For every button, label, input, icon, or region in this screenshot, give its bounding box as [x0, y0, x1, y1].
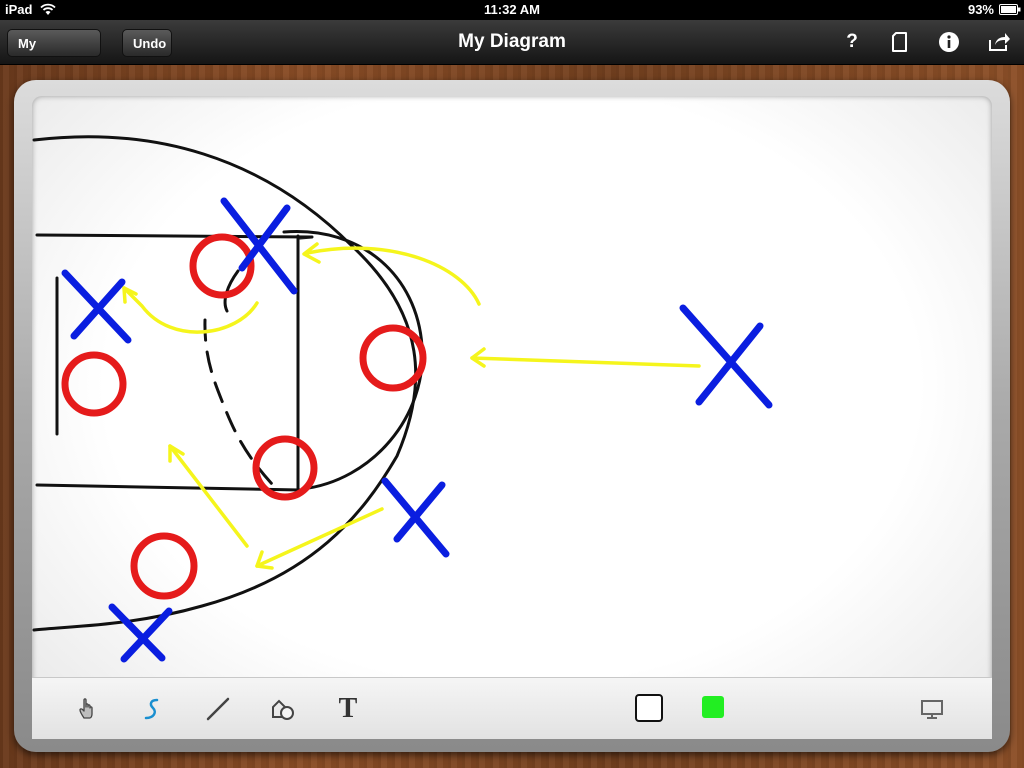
- defense-player-x: [381, 477, 450, 558]
- navigation-bar: My Diagrams Undo My Diagram ?: [0, 20, 1024, 79]
- line-icon[interactable]: [202, 693, 234, 725]
- page-icon[interactable]: [888, 30, 912, 54]
- status-bar: iPad 11:32 AM 93%: [0, 0, 1024, 20]
- offense-player-circle: [130, 532, 198, 600]
- diagram-drawing: [32, 135, 773, 663]
- my-diagrams-button[interactable]: My Diagrams: [7, 29, 101, 79]
- fill-color-swatch[interactable]: [702, 696, 724, 718]
- stroke-color-swatch[interactable]: [635, 694, 663, 722]
- defense-player-x: [679, 304, 773, 409]
- clock: 11:32 AM: [484, 2, 540, 17]
- share-icon[interactable]: [987, 30, 1011, 54]
- defense-players: [61, 197, 773, 663]
- info-icon[interactable]: [937, 30, 961, 54]
- whiteboard-canvas[interactable]: [32, 96, 992, 738]
- freehand-pen-icon[interactable]: [137, 693, 169, 725]
- battery-percent: 93%: [967, 2, 994, 17]
- offense-player-circle: [61, 351, 127, 417]
- battery-icon: [999, 4, 1021, 15]
- hand-icon[interactable]: [72, 693, 104, 725]
- help-icon[interactable]: ?: [840, 30, 864, 54]
- defense-player-x: [61, 269, 132, 344]
- shapes-icon[interactable]: [267, 693, 299, 725]
- text-icon[interactable]: T: [332, 693, 364, 725]
- drawing-toolbar: T: [32, 677, 992, 739]
- presentation-screen-icon[interactable]: [916, 693, 948, 725]
- undo-button[interactable]: Undo: [122, 29, 172, 57]
